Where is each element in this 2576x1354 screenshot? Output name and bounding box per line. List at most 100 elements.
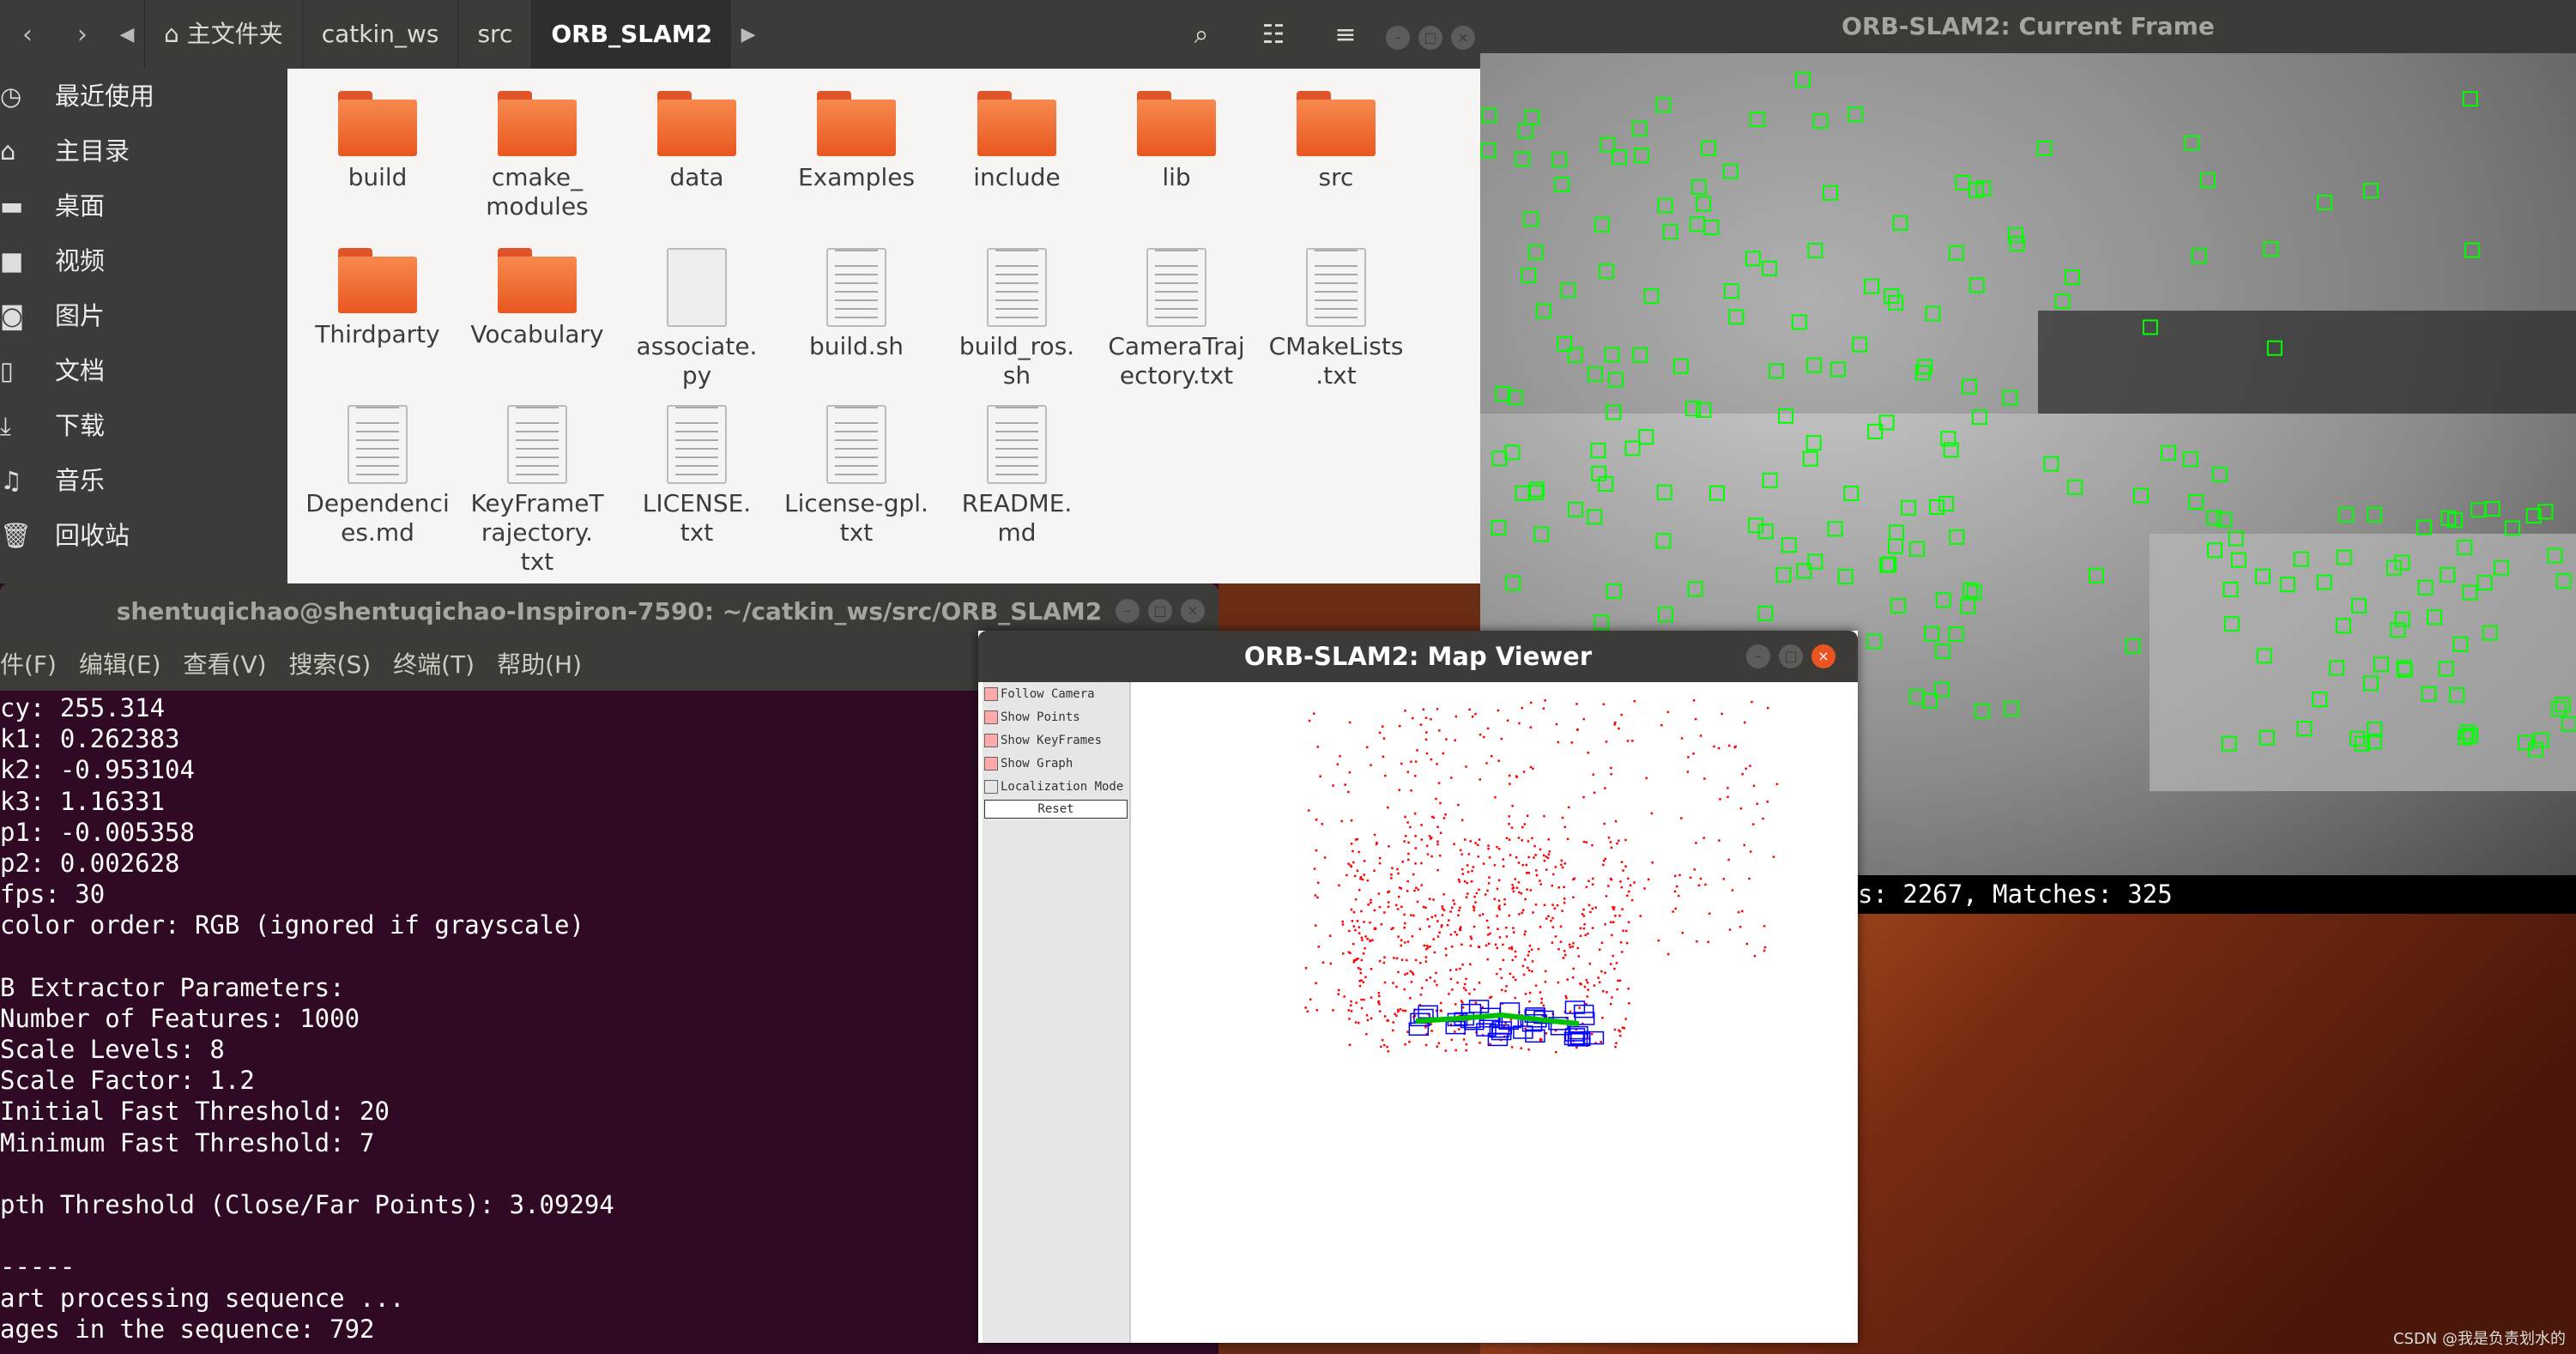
map-point	[1444, 1049, 1448, 1052]
sidebar-item[interactable]: ◙ 图片	[0, 288, 287, 343]
checkbox-box[interactable]	[984, 756, 998, 771]
file-item[interactable]: src	[1256, 91, 1416, 192]
sidebar-item[interactable]: ◷ 最近使用	[0, 69, 287, 124]
option-checkbox[interactable]: Localization Mode	[983, 775, 1129, 798]
minimize-button[interactable]: –	[1386, 25, 1410, 50]
file-item[interactable]: build_ros. sh	[937, 248, 1097, 390]
map-point	[1332, 1009, 1334, 1012]
map-point	[1550, 919, 1552, 922]
checkbox-box[interactable]	[984, 779, 998, 794]
file-name: src	[1318, 163, 1354, 191]
menu-icon[interactable]: ≡	[1309, 20, 1382, 50]
terminal-menu-item[interactable]: 查看(V)	[184, 650, 267, 679]
map-point	[1398, 724, 1401, 728]
file-item[interactable]: include	[937, 91, 1097, 192]
file-item[interactable]: KeyFrameT rajectory. txt	[457, 405, 617, 577]
file-item[interactable]: License-gpl. txt	[777, 405, 936, 547]
map-point	[1487, 942, 1491, 946]
file-item[interactable]: CameraTraj ectory.txt	[1097, 248, 1256, 390]
map-point	[1598, 948, 1601, 952]
minimize-button[interactable]: –	[1116, 599, 1140, 623]
sidebar-item[interactable]: ▯ 文档	[0, 343, 287, 398]
map-point	[1618, 914, 1621, 917]
view-list-icon[interactable]: ☷	[1237, 20, 1309, 50]
close-button[interactable]: ×	[1451, 25, 1475, 50]
close-button[interactable]: ×	[1811, 644, 1835, 668]
search-icon[interactable]: ⌕	[1165, 20, 1237, 50]
maximize-button[interactable]: □	[1779, 644, 1803, 668]
option-checkbox[interactable]: Follow Camera	[983, 682, 1129, 705]
map-point	[1354, 838, 1358, 841]
map-point	[1341, 920, 1344, 923]
sidebar-item[interactable]: ■ 视频	[0, 233, 287, 288]
terminal-menu-item[interactable]: 编辑(E)	[79, 650, 161, 679]
file-item[interactable]: data	[617, 91, 777, 192]
option-checkbox[interactable]: Show Graph	[983, 752, 1129, 775]
back-button[interactable]: ‹	[0, 20, 55, 50]
file-item[interactable]: cmake_ modules	[457, 91, 617, 221]
file-item[interactable]: Vocabulary	[457, 248, 617, 349]
breadcrumb-orb-slam2[interactable]: ORB_SLAM2	[531, 0, 732, 69]
file-item[interactable]: build.sh	[777, 248, 936, 361]
breadcrumb-left-button[interactable]: ◀	[110, 24, 144, 45]
option-checkbox[interactable]: Show Points	[983, 705, 1129, 728]
minimize-button[interactable]: –	[1746, 644, 1770, 668]
checkbox-box[interactable]	[984, 733, 998, 747]
checkbox-box[interactable]	[984, 710, 998, 724]
sidebar-item[interactable]: ⤓ 下载	[0, 398, 287, 453]
file-item[interactable]: Thirdparty	[298, 248, 457, 349]
map-point	[1426, 918, 1430, 921]
map-point	[1585, 886, 1588, 889]
map-point	[1386, 1019, 1388, 1022]
map-point	[1469, 944, 1472, 947]
map-point	[1406, 858, 1410, 861]
forward-button[interactable]: ›	[55, 20, 110, 50]
breadcrumb-home[interactable]: ⌂ 主文件夹	[144, 0, 302, 69]
scene-shape	[2150, 534, 2576, 791]
file-item[interactable]: lib	[1097, 91, 1256, 192]
sidebar-item[interactable]: ♫ 音乐	[0, 453, 287, 508]
sidebar-item[interactable]: ⌂ 主目录	[0, 124, 287, 178]
map-point	[1430, 855, 1433, 858]
sidebar-item[interactable]: 🗑 回收站	[0, 508, 287, 563]
sidebar-item[interactable]: ▬ 桌面	[0, 178, 287, 233]
reset-button[interactable]: Reset	[984, 800, 1128, 819]
map-point	[1364, 976, 1367, 979]
file-item[interactable]: Dependenci es.md	[298, 405, 457, 547]
map-point	[1532, 911, 1534, 914]
breadcrumb-right-button[interactable]: ▶	[731, 24, 765, 45]
map-point	[1504, 989, 1507, 993]
file-item[interactable]: LICENSE. txt	[617, 405, 777, 547]
map-point	[1602, 863, 1605, 867]
file-item[interactable]: CMakeLists .txt	[1256, 248, 1416, 390]
checkbox-box[interactable]	[984, 686, 998, 701]
map-point	[1378, 861, 1382, 865]
file-item[interactable]: Examples	[777, 91, 936, 192]
maximize-button[interactable]: □	[1148, 599, 1172, 623]
map-point	[1350, 908, 1353, 911]
file-item[interactable]: build	[298, 91, 457, 192]
terminal-menu-item[interactable]: 终端(T)	[393, 650, 475, 679]
sidebar-item-label: 下载	[55, 411, 106, 440]
folder-icon	[498, 91, 577, 158]
file-name: License-gpl. txt	[784, 489, 928, 547]
file-item[interactable]: associate. py	[617, 248, 777, 390]
option-checkbox[interactable]: Show KeyFrames	[983, 728, 1129, 752]
terminal-menu-item[interactable]: 搜索(S)	[289, 650, 372, 679]
terminal-menu-item[interactable]: 件(F)	[0, 650, 57, 679]
maximize-button[interactable]: □	[1418, 25, 1442, 50]
map-point	[1692, 699, 1696, 702]
feature-marker	[2188, 494, 2204, 511]
file-item[interactable]: README. md	[937, 405, 1097, 547]
feature-marker	[2088, 567, 2104, 583]
breadcrumb-catkin-ws[interactable]: catkin_ws	[301, 0, 458, 69]
map-point	[1511, 958, 1515, 962]
map-point	[1563, 886, 1565, 889]
feature-marker	[2182, 451, 2198, 468]
terminal-menu-item[interactable]: 帮助(H)	[497, 650, 582, 679]
map-point	[1511, 884, 1514, 886]
map-point	[1631, 740, 1634, 742]
breadcrumb-src[interactable]: src	[457, 0, 531, 69]
close-button[interactable]: ×	[1181, 599, 1205, 623]
map-3d-canvas[interactable]	[1133, 682, 1858, 1343]
